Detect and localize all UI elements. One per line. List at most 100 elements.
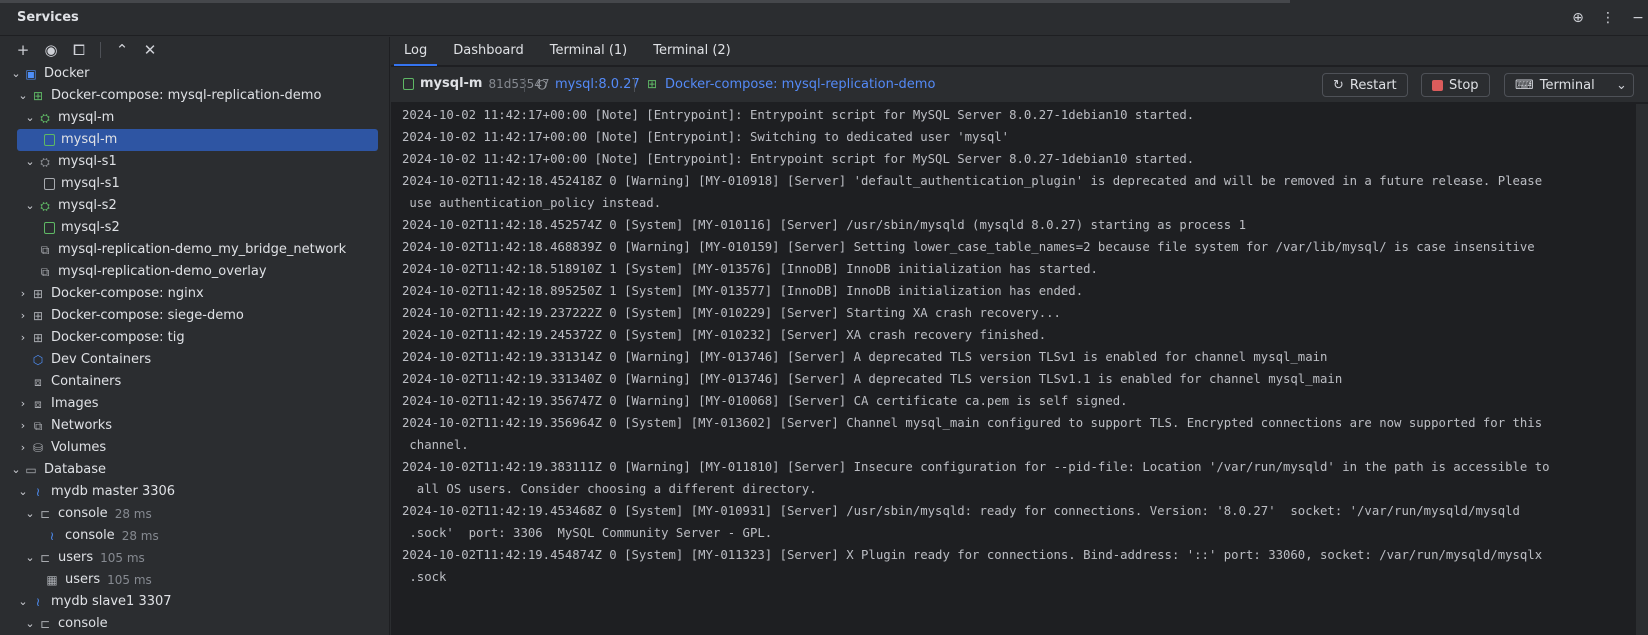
log-output[interactable]: 2024-10-02 11:42:17+00:00 [Note] [Entryp… (391, 104, 1636, 635)
image-link[interactable]: mysql:8.0.27 (555, 77, 640, 92)
stop-icon (1432, 79, 1443, 91)
log-line: 2024-10-02T11:42:18.452418Z 0 [Warning] … (402, 174, 1543, 188)
tree-item[interactable]: mysql-s2 (0, 217, 389, 239)
tree-item[interactable]: › ⧈ Images (0, 393, 389, 415)
chevron-right-icon[interactable]: › (16, 437, 30, 459)
chevron-down-icon[interactable]: ⌄ (23, 195, 37, 217)
log-line: 2024-10-02T11:42:19.356747Z 0 [Warning] … (402, 394, 1128, 408)
chevron-down-icon[interactable]: ⌄ (23, 503, 37, 525)
tree-item[interactable]: mysql-m (0, 129, 389, 151)
log-line: 2024-10-02T11:42:19.383111Z 0 [Warning] … (402, 460, 1550, 474)
tree-item[interactable]: ⌄ ⊏ console 28 ms (0, 503, 389, 525)
collapse-all-icon[interactable]: ✕ (139, 40, 161, 60)
tree-item[interactable]: › ⊞ Docker-compose: tig (0, 327, 389, 349)
compose-link[interactable]: Docker-compose: mysql-replication-demo (665, 77, 935, 92)
tab-log[interactable]: Log (391, 37, 440, 66)
minimize-icon[interactable]: − (1628, 8, 1648, 28)
log-line: 2024-10-02 11:42:17+00:00 [Note] [Entryp… (402, 152, 1195, 166)
tree-item[interactable]: ▦ users 105 ms (0, 569, 389, 591)
chevron-right-icon[interactable]: › (16, 415, 30, 437)
detail-tabs: Log Dashboard Terminal (1) Terminal (2) (391, 37, 1648, 66)
add-icon[interactable]: + (12, 40, 34, 60)
tree-item[interactable]: ⌄ ⊞ Docker-compose: mysql-replication-demo (0, 85, 389, 107)
log-scrollbar[interactable] (1636, 104, 1648, 635)
tree-item[interactable]: ⬡ Dev Containers (0, 349, 389, 371)
chevron-down-icon[interactable]: ⌄ (23, 107, 37, 129)
terminal-dropdown[interactable]: ⌄ (1610, 73, 1634, 97)
tree-item-label: mysql-m (58, 110, 115, 125)
log-line: 2024-10-02T11:42:19.356964Z 0 [System] [… (402, 416, 1543, 430)
log-line: 2024-10-02 11:42:17+00:00 [Note] [Entryp… (402, 130, 1010, 144)
crosshair-icon[interactable]: ⊕ (1568, 8, 1588, 28)
tree-item-label: Dev Containers (51, 352, 152, 367)
chevron-down-icon[interactable]: ⌄ (9, 459, 23, 481)
tree-item-label: mysql-s1 (61, 176, 120, 191)
folder-icon: ▭ (25, 463, 37, 477)
container-running-icon (44, 134, 55, 146)
new-group-icon[interactable]: ⧠ (68, 40, 90, 60)
chevron-down-icon[interactable]: ⌄ (23, 547, 37, 569)
chevron-down-icon[interactable]: ⌄ (16, 481, 30, 503)
chevron-right-icon[interactable]: › (16, 305, 30, 327)
tree-item-label: mysql-m (61, 132, 118, 147)
tree-item[interactable]: ⧉ mysql-replication-demo_my_bridge_networ… (0, 239, 389, 261)
tree-item[interactable]: ⌄ ⊏ console (0, 613, 389, 635)
restart-button[interactable]: ↻ Restart (1322, 73, 1408, 97)
networks-icon: ⧉ (33, 419, 43, 433)
console-icon: ⊏ (39, 507, 51, 521)
tree-item[interactable]: › ⛁ Volumes (0, 437, 389, 459)
expand-all-icon[interactable]: ⌃ (111, 40, 133, 60)
tree-item[interactable]: ⌄ ▣ Docker (0, 63, 389, 85)
tree-item[interactable]: ⌄ ⛭ mysql-s1 (0, 151, 389, 173)
tree-item-label: mysql-s1 (58, 154, 117, 169)
network-icon: ⧉ (40, 265, 50, 279)
restart-icon: ↻ (1333, 77, 1344, 93)
services-tree: ⌄ ▣ Docker ⌄ ⊞ Docker-compose: mysql-replicat… (0, 63, 389, 635)
tree-item[interactable]: ⌄ ⛭ mysql-m (0, 107, 389, 129)
services-tree-panel: + ◉ ⧠ ⌃ ✕ ⌄ ▣ Docker ⌄ ⊞ Docker-compose: mysq… (0, 37, 390, 635)
tree-item[interactable]: ⌄ ⊏ users 105 ms (0, 547, 389, 569)
tree-item[interactable]: ⌄ ⛭ mysql-s2 (0, 195, 389, 217)
tree-item[interactable]: mysql-s1 (0, 173, 389, 195)
chevron-right-icon[interactable]: › (16, 393, 30, 415)
stop-button[interactable]: Stop (1421, 73, 1490, 97)
docker-icon: ▣ (25, 67, 37, 81)
chevron-down-icon: ⌄ (1616, 77, 1627, 93)
log-line: 2024-10-02T11:42:19.245372Z 0 [System] [… (402, 328, 1047, 342)
service-icon: ⛭ (40, 155, 50, 169)
tree-item[interactable]: ⌄ ≀ mydb slave1 3307 (0, 591, 389, 613)
log-line: 2024-10-02T11:42:18.895250Z 1 [System] [… (402, 284, 1084, 298)
tree-item-label: mydb master 3306 (51, 484, 176, 499)
chevron-right-icon[interactable]: › (16, 327, 30, 349)
eye-icon[interactable]: ◉ (40, 40, 62, 60)
tree-item-label: mysql-s2 (61, 220, 120, 235)
services-header: Services ⊕ ⋮ − (0, 0, 1648, 36)
top-scrollbar[interactable] (0, 0, 1290, 3)
chevron-down-icon[interactable]: ⌄ (16, 85, 30, 107)
tree-item[interactable]: ⧈ Containers (0, 371, 389, 393)
more-icon[interactable]: ⋮ (1598, 8, 1618, 28)
tree-item-label: users (65, 572, 101, 587)
chevron-right-icon[interactable]: › (16, 283, 30, 305)
tree-item[interactable]: › ⊞ Docker-compose: nginx (0, 283, 389, 305)
tree-item[interactable]: ⌄ ▭ Database (0, 459, 389, 481)
tree-item[interactable]: ≀ console 28 ms (0, 525, 389, 547)
service-icon: ⛭ (40, 199, 50, 213)
chevron-down-icon[interactable]: ⌄ (16, 591, 30, 613)
tree-toolbar: + ◉ ⧠ ⌃ ✕ (0, 37, 389, 63)
chevron-down-icon[interactable]: ⌄ (23, 613, 37, 635)
tree-item[interactable]: ⧉ mysql-replication-demo_overlay (0, 261, 389, 283)
tree-item[interactable]: ⌄ ≀ mydb master 3306 (0, 481, 389, 503)
tab-terminal-2[interactable]: Terminal (2) (640, 37, 744, 66)
chevron-down-icon[interactable]: ⌄ (23, 151, 37, 173)
tree-item[interactable]: › ⧉ Networks (0, 415, 389, 437)
tree-item-label: Docker-compose: tig (51, 330, 185, 345)
tree-item[interactable]: › ⊞ Docker-compose: siege-demo (0, 305, 389, 327)
chevron-down-icon[interactable]: ⌄ (9, 63, 23, 85)
compose-icon: ⊞ (32, 331, 44, 345)
log-line: .sock' port: 3306 MySQL Community Server… (402, 526, 773, 540)
tab-dashboard[interactable]: Dashboard (440, 37, 537, 66)
tab-terminal-1[interactable]: Terminal (1) (537, 37, 641, 66)
tree-item-label: Docker-compose: nginx (51, 286, 204, 301)
tree-item-label: console (58, 506, 108, 521)
